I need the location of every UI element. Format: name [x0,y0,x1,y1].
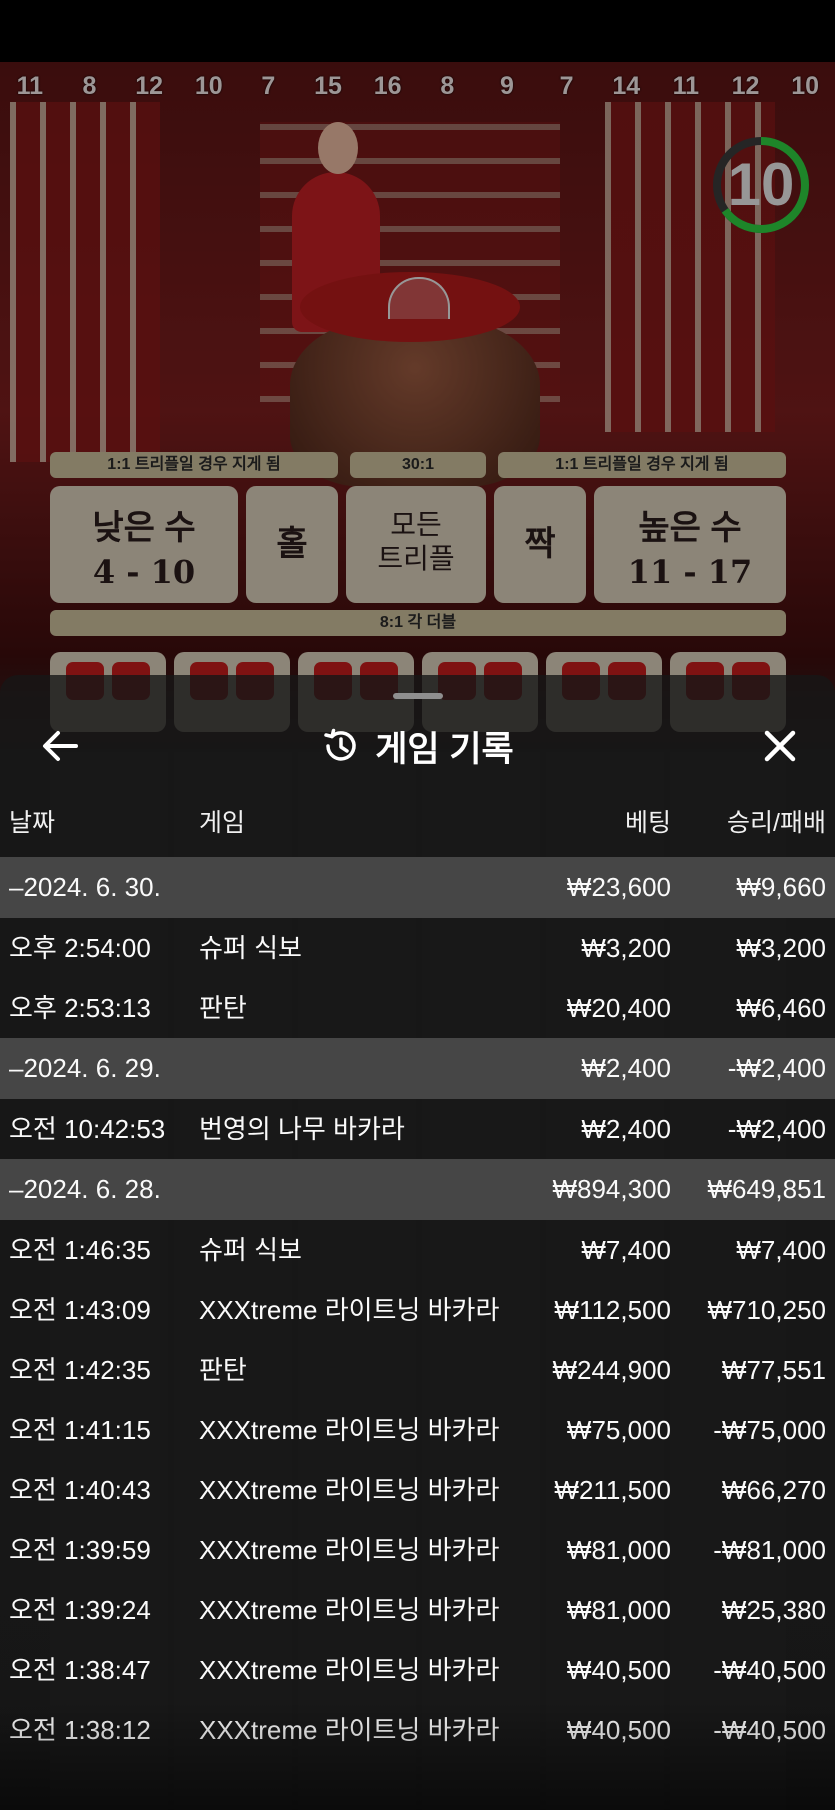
row-game: 슈퍼 식보 [199,1235,302,1265]
row-date: 오전 1:38:47 [9,1655,151,1685]
close-button[interactable] [755,721,805,771]
row-bet: ₩20,400 [566,993,671,1023]
row-result: ₩77,551 [721,1355,826,1385]
row-game: XXXtreme 라이트닝 바카라 [199,1415,500,1445]
row-bet: ₩7,400 [581,1235,671,1265]
history-row[interactable]: 오전 1:46:35 슈퍼 식보 ₩7,400 ₩7,400 [0,1220,835,1280]
row-result: ₩9,660 [736,872,826,902]
close-icon [764,730,796,762]
row-date: 오후 2:53:13 [9,993,151,1023]
history-row[interactable]: 오전 1:40:43 XXXtreme 라이트닝 바카라 ₩211,500 ₩66,2… [0,1460,835,1520]
row-date: –2024. 6. 29. [9,1053,161,1083]
game-history-sheet: 게임 기록 날짜 게임 베팅 승리/패배 –2024. 6. 30. ₩23,60… [0,675,835,1810]
history-row[interactable]: 오전 1:43:09 XXXtreme 라이트닝 바카라 ₩112,500 ₩710,… [0,1280,835,1340]
history-row[interactable]: 오전 1:39:59 XXXtreme 라이트닝 바카라 ₩81,000 -₩81,0… [0,1520,835,1580]
row-date: 오전 1:39:24 [9,1595,151,1625]
row-game: XXXtreme 라이트닝 바카라 [199,1535,500,1565]
row-bet: ₩112,500 [554,1295,671,1325]
sheet-title: 게임 기록 [375,729,514,769]
row-date: 오전 1:41:15 [9,1415,151,1445]
row-bet: ₩75,000 [566,1415,671,1445]
row-game: XXXtreme 라이트닝 바카라 [199,1295,500,1325]
row-game: XXXtreme 라이트닝 바카라 [199,1655,500,1685]
row-bet: ₩244,900 [552,1355,671,1385]
history-row[interactable]: 오전 1:39:24 XXXtreme 라이트닝 바카라 ₩81,000 ₩25,38… [0,1580,835,1640]
row-bet: ₩81,000 [566,1535,671,1565]
row-date: –2024. 6. 30. [9,872,161,902]
row-game: 번영의 나무 바카라 [199,1114,405,1144]
col-game: 게임 [199,809,246,837]
row-bet: ₩894,300 [552,1174,671,1204]
sheet-title-group: 게임 기록 [0,711,835,781]
row-date: 오전 1:42:35 [9,1355,151,1385]
row-bet: ₩2,400 [581,1114,671,1144]
col-result: 승리/패배 [727,809,826,837]
row-result: -₩75,000 [713,1415,826,1445]
history-clock-icon [324,728,356,761]
row-bet: ₩23,600 [566,872,671,902]
history-list: –2024. 6. 30. ₩23,600 ₩9,660 오후 2:54:00 슈퍼 식… [0,857,835,1760]
row-date: –2024. 6. 28. [9,1174,161,1204]
row-result: ₩710,250 [707,1295,826,1325]
row-date: 오전 10:42:53 [9,1114,166,1144]
row-game: 슈퍼 식보 [199,933,302,963]
row-date: 오전 1:39:59 [9,1535,151,1565]
row-date: 오전 1:43:09 [9,1295,151,1325]
history-row[interactable]: 오전 10:42:53 번영의 나무 바카라 ₩2,400 -₩2,400 [0,1099,835,1159]
history-row[interactable]: 오후 2:54:00 슈퍼 식보 ₩3,200 ₩3,200 [0,918,835,978]
row-result: ₩649,851 [707,1174,826,1204]
row-bet: ₩2,400 [581,1053,671,1083]
history-row[interactable]: 오전 1:41:15 XXXtreme 라이트닝 바카라 ₩75,000 -₩75,0… [0,1400,835,1460]
row-game: XXXtreme 라이트닝 바카라 [199,1595,500,1625]
history-row[interactable]: 오전 1:38:47 XXXtreme 라이트닝 바카라 ₩40,500 -₩40,5… [0,1640,835,1700]
sheet-header: 게임 기록 [0,711,835,781]
row-game: 판탄 [199,993,247,1023]
row-date: 오전 1:46:35 [9,1235,151,1265]
row-date: 오후 2:54:00 [9,933,151,963]
sheet-drag-handle[interactable] [393,693,443,699]
row-result: ₩7,400 [736,1235,826,1265]
row-bet: ₩40,500 [566,1655,671,1685]
row-result: -₩2,400 [727,1114,826,1144]
row-result: ₩66,270 [721,1475,826,1505]
row-result: -₩81,000 [713,1535,826,1565]
row-bet: ₩3,200 [581,933,671,963]
row-bet: ₩211,500 [554,1475,671,1505]
row-result: ₩3,200 [736,933,826,963]
history-row[interactable]: 오후 2:53:13 판탄 ₩20,400 ₩6,460 [0,978,835,1038]
row-bet: ₩81,000 [566,1595,671,1625]
row-result: -₩40,500 [713,1655,826,1685]
row-result: -₩2,400 [727,1053,826,1083]
row-result: ₩25,380 [721,1595,826,1625]
day-summary-row: –2024. 6. 28. ₩894,300 ₩649,851 [0,1159,835,1220]
day-summary-row: –2024. 6. 30. ₩23,600 ₩9,660 [0,857,835,918]
bottom-fade [0,1700,835,1810]
table-header: 날짜 게임 베팅 승리/패배 [0,803,835,847]
row-game: XXXtreme 라이트닝 바카라 [199,1475,500,1505]
row-date: 오전 1:40:43 [9,1475,151,1505]
col-date: 날짜 [9,809,56,837]
history-row[interactable]: 오전 1:42:35 판탄 ₩244,900 ₩77,551 [0,1340,835,1400]
row-game: 판탄 [199,1355,247,1385]
row-result: ₩6,460 [736,993,826,1023]
day-summary-row: –2024. 6. 29. ₩2,400 -₩2,400 [0,1038,835,1099]
col-bet: 베팅 [624,809,671,837]
